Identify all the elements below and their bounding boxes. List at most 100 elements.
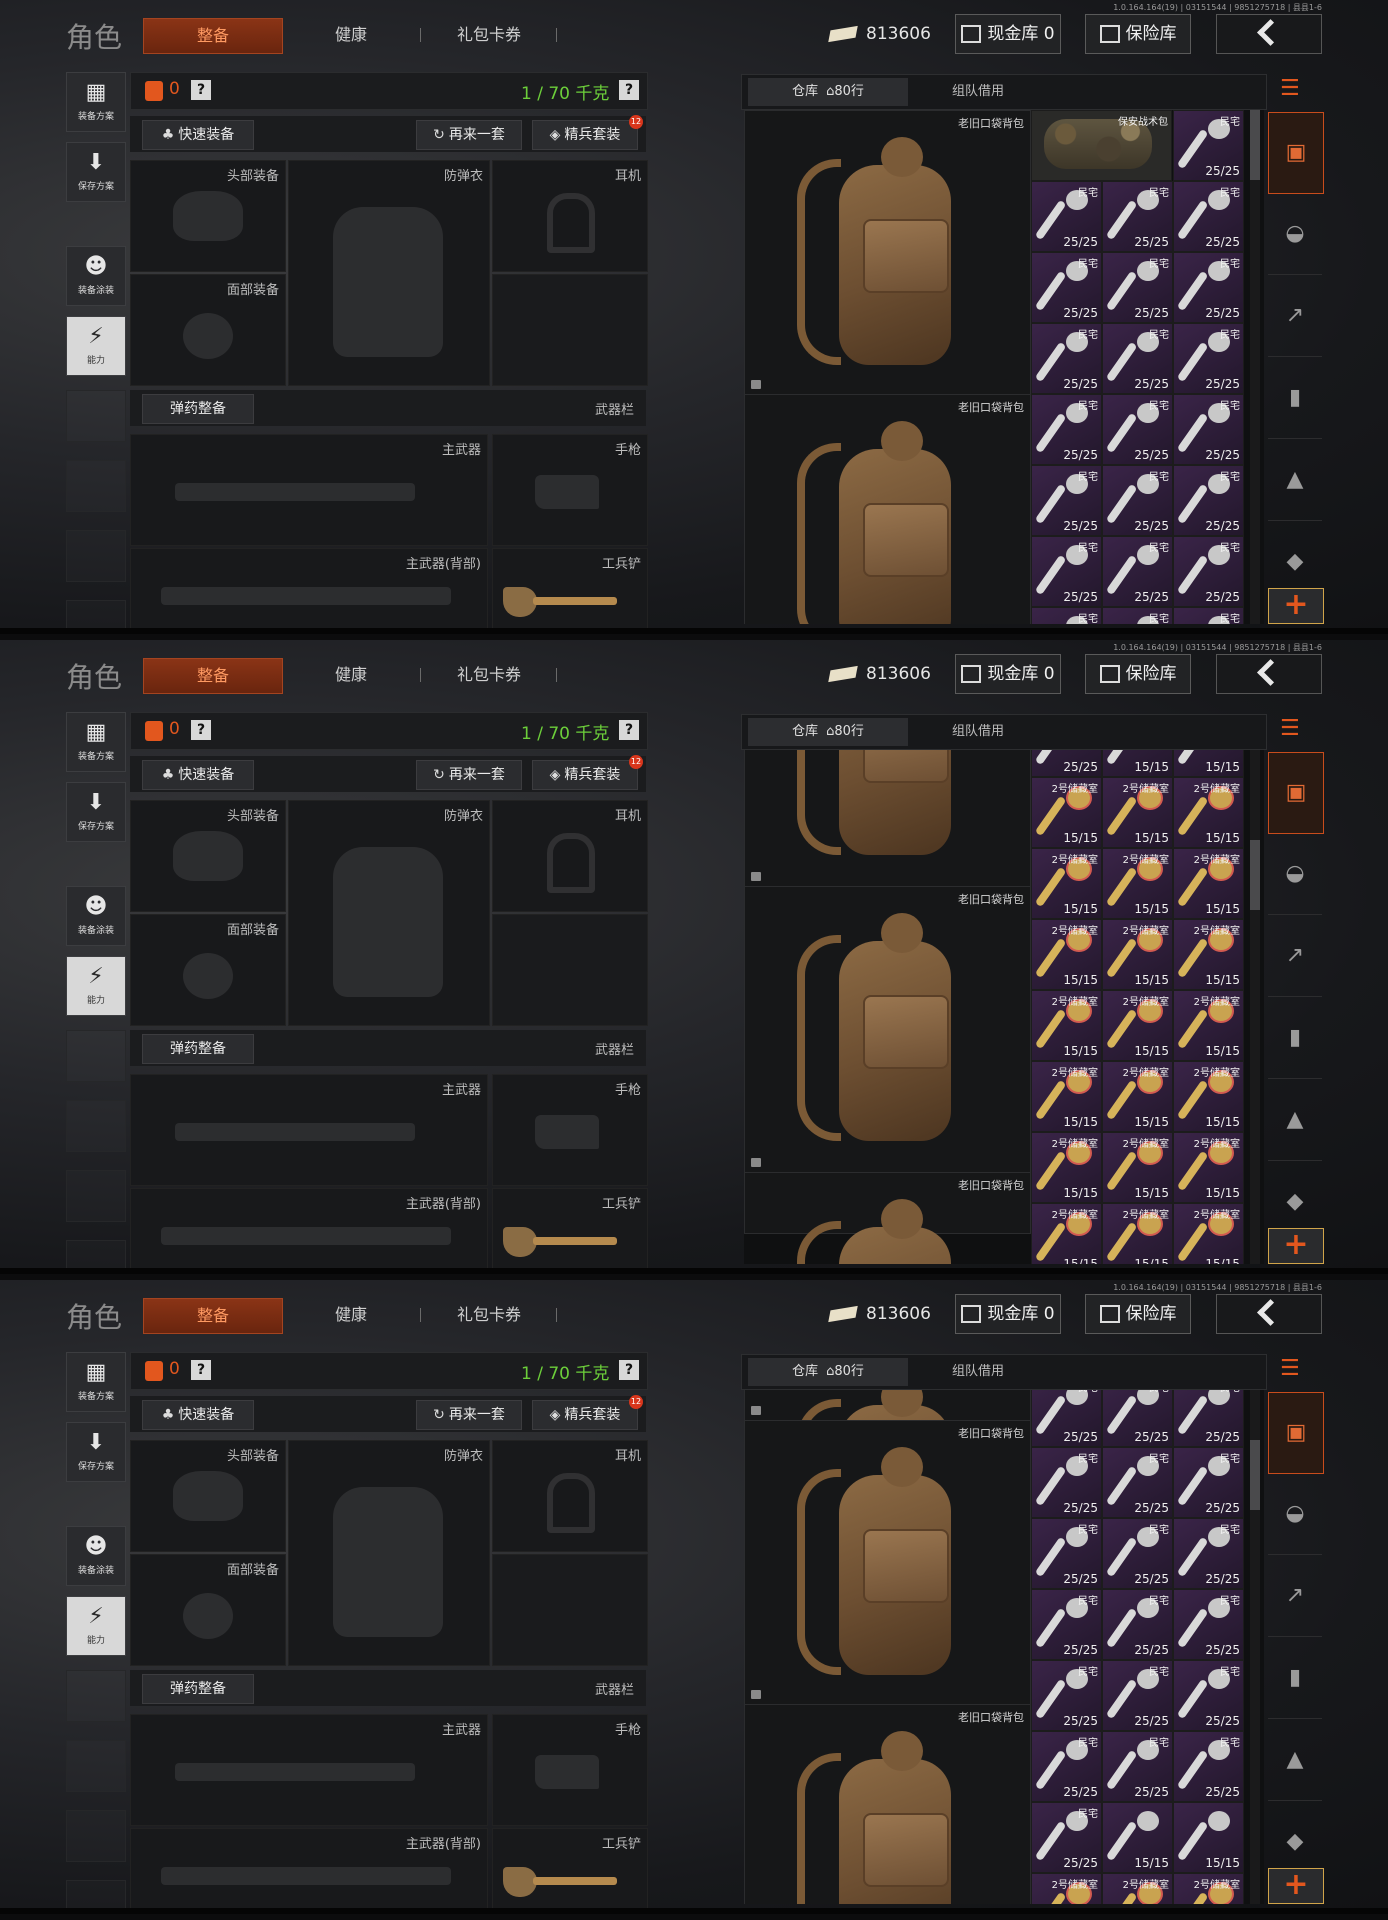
help-icon[interactable]: ? xyxy=(191,720,211,740)
ear-slot[interactable]: 耳机 xyxy=(492,160,648,272)
shovel-slot[interactable]: 工兵铲 xyxy=(492,1828,648,1910)
safe-box-button[interactable]: 保险库 xyxy=(1085,1294,1191,1334)
primary-weapon-slot[interactable]: 主武器 xyxy=(130,1074,488,1186)
elite-set-button[interactable]: ◈ 精兵套装 12 xyxy=(532,1395,643,1430)
cat-helmet[interactable]: ◒ xyxy=(1268,1474,1322,1555)
scrollbar[interactable] xyxy=(1250,750,1260,1264)
shovel-slot[interactable]: 工兵铲 xyxy=(492,1188,648,1270)
scrollbar[interactable] xyxy=(1250,1390,1260,1904)
backpack-item[interactable] xyxy=(744,1390,1031,1605)
cat-backpack[interactable]: ▣ xyxy=(1268,1392,1324,1474)
again-button[interactable]: ↻ 再来一套 xyxy=(416,1400,522,1430)
key-item[interactable]: 民宅25/25 xyxy=(1173,394,1244,465)
key-item[interactable]: 民宅25/25 xyxy=(1102,394,1173,465)
key-item[interactable]: 15/15 xyxy=(1102,750,1173,777)
key-item[interactable]: 民宅25/25 xyxy=(1173,1447,1244,1518)
cat-backpack[interactable]: ▣ xyxy=(1268,112,1324,194)
key-item[interactable]: 民宅25/25 xyxy=(1031,1447,1102,1518)
pistol-slot[interactable]: 手枪 xyxy=(492,434,648,546)
cash-vault-button[interactable]: 现金库 0 xyxy=(955,1294,1061,1334)
loadout-button[interactable]: ▦ 装备方案 xyxy=(66,72,126,132)
cat-rifle[interactable]: ↗ xyxy=(1268,276,1322,357)
key-item[interactable]: 民宅25/25 xyxy=(1173,1660,1244,1731)
tab-team-borrow[interactable]: 组队借用 xyxy=(918,78,1038,106)
key-item[interactable]: 2号储藏室15/15 xyxy=(1173,1132,1244,1203)
pistol-slot[interactable]: 手枪 xyxy=(492,1074,648,1186)
key-item[interactable]: 2号储藏室15/15 xyxy=(1102,990,1173,1061)
back-button[interactable] xyxy=(1216,14,1322,54)
pistol-slot[interactable]: 手枪 xyxy=(492,1714,648,1826)
cat-magazine[interactable]: ▮ xyxy=(1268,998,1322,1079)
add-button[interactable]: + xyxy=(1268,1868,1324,1904)
key-item[interactable]: 2号储藏室15/15 xyxy=(1031,919,1102,990)
cat-ammo[interactable]: ▲ xyxy=(1268,1080,1322,1161)
key-item[interactable]: 2号储藏室15/15 xyxy=(1102,1061,1173,1132)
ammo-button[interactable]: 弹药整备 xyxy=(142,1034,254,1064)
key-item[interactable]: 2号储藏室15/15 xyxy=(1173,1203,1244,1264)
key-item[interactable]: 民宅25/25 xyxy=(1173,1731,1244,1802)
key-item[interactable]: 民宅25/25 xyxy=(1102,323,1173,394)
key-item[interactable]: 2号储藏室15/15 xyxy=(1173,1061,1244,1132)
key-item[interactable]: 民宅25/25 xyxy=(1102,181,1173,252)
key-item[interactable]: 2号储藏室15/15 xyxy=(1102,1873,1173,1904)
cat-helmet[interactable]: ◒ xyxy=(1268,834,1322,915)
tab-warehouse[interactable]: 仓库 ⌂80行 xyxy=(748,1358,908,1386)
quick-equip-button[interactable]: ♣ 快速装备 xyxy=(142,1400,254,1430)
help-icon[interactable]: ? xyxy=(619,80,639,100)
primary-back-slot[interactable]: 主武器(背部) xyxy=(130,548,488,630)
key-item[interactable]: 2号储藏室15/15 xyxy=(1102,848,1173,919)
help-icon[interactable]: ? xyxy=(619,720,639,740)
tab-team-borrow[interactable]: 组队借用 xyxy=(918,1358,1038,1386)
key-item[interactable]: 民宅25/25 xyxy=(1031,1802,1102,1873)
key-item[interactable]: 民宅25/25 xyxy=(1173,1390,1244,1447)
help-icon[interactable]: ? xyxy=(191,80,211,100)
tab-1[interactable]: 健康 xyxy=(282,658,420,692)
ability-button[interactable]: ⚡ 能力 xyxy=(66,316,126,376)
key-item[interactable]: 2号储藏室15/15 xyxy=(1173,990,1244,1061)
key-item[interactable]: 民宅25/25 xyxy=(1102,465,1173,536)
save-plan-button[interactable]: ⬇ 保存方案 xyxy=(66,142,126,202)
back-button[interactable] xyxy=(1216,1294,1322,1334)
armor-slot[interactable]: 防弹衣 xyxy=(288,160,490,386)
scrollbar[interactable] xyxy=(1250,110,1260,624)
backpack-item[interactable]: 老旧口袋背包 xyxy=(744,1704,1031,1904)
key-item[interactable]: 25/25 xyxy=(1031,750,1102,777)
tab-2[interactable]: 礼包卡券 xyxy=(420,658,558,692)
key-item[interactable]: 民宅25/25 xyxy=(1173,465,1244,536)
key-item[interactable]: 民宅25/25 xyxy=(1102,1731,1173,1802)
safe-box-button[interactable]: 保险库 xyxy=(1085,14,1191,54)
primary-back-slot[interactable]: 主武器(背部) xyxy=(130,1188,488,1270)
cat-helmet[interactable]: ◒ xyxy=(1268,194,1322,275)
tab-team-borrow[interactable]: 组队借用 xyxy=(918,718,1038,746)
save-plan-button[interactable]: ⬇ 保存方案 xyxy=(66,782,126,842)
key-item[interactable]: 民宅25/25 xyxy=(1102,1390,1173,1447)
key-item[interactable]: 2号储藏室15/15 xyxy=(1173,1873,1244,1904)
elite-set-button[interactable]: ◈ 精兵套装 12 xyxy=(532,755,643,790)
face-slot[interactable]: 面部装备 xyxy=(130,274,286,386)
help-icon[interactable]: ? xyxy=(619,1360,639,1380)
key-item[interactable]: 民宅25/25 xyxy=(1031,181,1102,252)
key-item[interactable]: 民宅25/25 xyxy=(1173,1589,1244,1660)
add-button[interactable]: + xyxy=(1268,588,1324,624)
backpack-item[interactable]: 老旧口袋背包 xyxy=(744,394,1031,624)
armor-slot[interactable]: 防弹衣 xyxy=(288,1440,490,1666)
key-item[interactable]: 民宅25/25 xyxy=(1173,607,1244,624)
key-item[interactable]: 民宅25/25 xyxy=(1031,607,1102,624)
head-slot[interactable]: 头部装备 xyxy=(130,1440,286,1552)
backpack-item[interactable]: 老旧口袋背包 xyxy=(744,886,1031,1174)
key-item[interactable]: 民宅25/25 xyxy=(1102,252,1173,323)
key-item[interactable]: 2号储藏室15/15 xyxy=(1102,1203,1173,1264)
key-item[interactable]: 民宅25/25 xyxy=(1031,323,1102,394)
cat-rifle[interactable]: ↗ xyxy=(1268,1556,1322,1637)
key-item[interactable]: 民宅25/25 xyxy=(1102,607,1173,624)
key-item[interactable]: 2号储藏室15/15 xyxy=(1031,1132,1102,1203)
loadout-button[interactable]: ▦ 装备方案 xyxy=(66,712,126,772)
again-button[interactable]: ↻ 再来一套 xyxy=(416,760,522,790)
back-button[interactable] xyxy=(1216,654,1322,694)
cat-magazine[interactable]: ▮ xyxy=(1268,1638,1322,1719)
shovel-slot[interactable]: 工兵铲 xyxy=(492,548,648,630)
key-item[interactable]: 民宅25/25 xyxy=(1102,1447,1173,1518)
key-item[interactable]: 民宅25/25 xyxy=(1031,1390,1102,1447)
key-item[interactable]: 民宅25/25 xyxy=(1173,110,1244,181)
backpack-item[interactable]: 老旧口袋背包 xyxy=(744,1172,1031,1264)
